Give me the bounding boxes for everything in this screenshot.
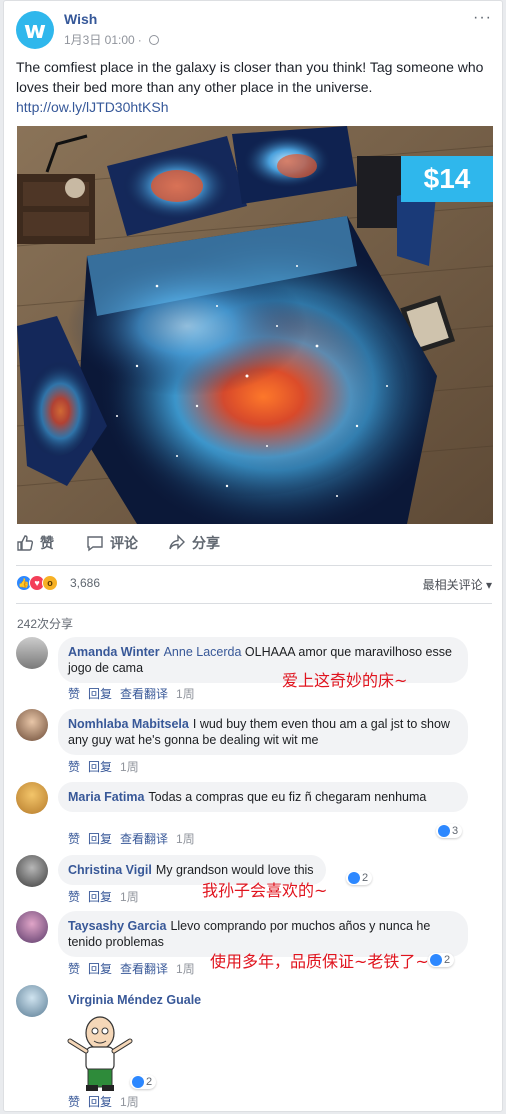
share-icon xyxy=(169,534,185,550)
wow-reaction-icon[interactable]: o xyxy=(42,575,58,591)
comment-sort-dropdown[interactable]: 最相关评论 ▾ xyxy=(423,576,492,593)
comment-actions: 赞回复 查看翻译 1周 xyxy=(68,830,203,847)
comment-author[interactable]: Maria Fatima xyxy=(68,790,144,804)
share-button[interactable]: 分享 xyxy=(168,533,220,553)
comment-like-count[interactable]: 2 xyxy=(346,871,373,885)
comment-author[interactable]: Christina Vigil xyxy=(68,863,152,877)
see-translation-link[interactable]: 查看翻译 xyxy=(120,962,168,976)
like-count: 2 xyxy=(146,1076,153,1088)
post-actions: 赞 评论 分享 xyxy=(16,531,492,559)
comment-time[interactable]: 1周 xyxy=(120,890,139,904)
share-label: 分享 xyxy=(192,535,220,551)
like-count: 2 xyxy=(362,872,369,884)
share-count[interactable]: 242次分享 xyxy=(17,615,73,632)
comment-like-link[interactable]: 赞 xyxy=(68,962,80,976)
more-options-icon[interactable]: ··· xyxy=(473,9,492,27)
comment-text: Todas a compras que eu fiz ñ chegaram ne… xyxy=(148,790,427,804)
post-meta: 1月3日 01:00 · xyxy=(64,31,159,48)
comment-reply-link[interactable]: 回复 xyxy=(88,1095,112,1109)
comment-item: Amanda Winter Anne Lacerda OLHAAA amor qu… xyxy=(16,637,492,703)
post-photo[interactable]: $14 xyxy=(17,126,493,524)
comment-author[interactable]: Virginia Méndez Guale xyxy=(68,993,201,1007)
comment-time[interactable]: 1周 xyxy=(120,1095,139,1109)
post-body: The comfiest place in the galaxy is clos… xyxy=(16,59,484,95)
comment-actions: 赞回复 查看翻译 1周 xyxy=(68,960,203,977)
like-count: 3 xyxy=(452,825,459,837)
post-link[interactable]: http://ow.ly/lJTD30htKSh xyxy=(16,97,492,117)
comment-like-count[interactable]: 2 xyxy=(130,1075,157,1089)
comment-actions: 赞回复 1周 xyxy=(68,1093,147,1110)
thumbs-up-icon xyxy=(17,535,34,551)
page-avatar[interactable]: w xyxy=(16,11,54,49)
post-text: The comfiest place in the galaxy is clos… xyxy=(16,57,492,117)
post-date[interactable]: 1月3日 01:00 xyxy=(64,33,135,47)
comment-like-link[interactable]: 赞 xyxy=(68,687,80,701)
comment-item: Nomhlaba Mabitsela I wud buy them even th… xyxy=(16,709,492,775)
comment-reply-link[interactable]: 回复 xyxy=(88,760,112,774)
like-icon xyxy=(348,872,360,884)
comment-text: My grandson would love this xyxy=(155,863,314,877)
reaction-count[interactable]: 3,686 xyxy=(70,576,100,590)
comment-reply-link[interactable]: 回复 xyxy=(88,687,112,701)
comment-like-link[interactable]: 赞 xyxy=(68,760,80,774)
avatar[interactable] xyxy=(16,782,48,814)
avatar[interactable] xyxy=(16,709,48,741)
comment-time[interactable]: 1周 xyxy=(176,832,195,846)
like-icon xyxy=(438,825,450,837)
comment-time[interactable]: 1周 xyxy=(120,760,139,774)
comment-time[interactable]: 1周 xyxy=(176,687,195,701)
comment-author[interactable]: Amanda Winter xyxy=(68,645,160,659)
comment-reply-link[interactable]: 回复 xyxy=(88,962,112,976)
comment-bubble: Maria Fatima Todas a compras que eu fiz ñ… xyxy=(58,782,468,812)
comment-author[interactable]: Taysashy Garcia xyxy=(68,919,166,933)
reactions-row: 👍 ♥ o 3,686 最相关评论 ▾ xyxy=(16,575,492,595)
comment-reply-link[interactable]: 回复 xyxy=(88,832,112,846)
comment-time[interactable]: 1周 xyxy=(176,962,195,976)
post-card: w Wish 1月3日 01:00 · ··· The comfiest plac… xyxy=(3,0,503,1112)
see-translation-link[interactable]: 查看翻译 xyxy=(120,687,168,701)
chinese-annotation: 爱上这奇妙的床~ xyxy=(282,671,408,690)
comment-button[interactable]: 评论 xyxy=(86,533,138,553)
chinese-annotation: 使用多年，品质保证~老铁了~ xyxy=(210,952,429,971)
comment-like-link[interactable]: 赞 xyxy=(68,832,80,846)
comment-bubble: Nomhlaba Mabitsela I wud buy them even th… xyxy=(58,709,468,755)
comment-item: Maria Fatima Todas a compras que eu fiz ñ… xyxy=(16,782,492,848)
comment-like-link[interactable]: 赞 xyxy=(68,890,80,904)
divider xyxy=(16,603,492,604)
globe-icon xyxy=(148,35,159,45)
like-button[interactable]: 赞 xyxy=(16,533,54,553)
see-translation-link[interactable]: 查看翻译 xyxy=(120,832,168,846)
comment-actions: 赞回复 1周 xyxy=(68,758,147,775)
comment-reply-link[interactable]: 回复 xyxy=(88,890,112,904)
comment-author[interactable]: Nomhlaba Mabitsela xyxy=(68,717,189,731)
divider xyxy=(16,565,492,566)
price-tag: $14 xyxy=(401,156,493,202)
comment-like-count[interactable]: 2 xyxy=(428,953,455,967)
avatar[interactable] xyxy=(16,985,48,1017)
comment-item: Virginia Méndez Guale 2 赞回复 1周 xyxy=(16,985,492,1109)
avatar[interactable] xyxy=(16,911,48,943)
avatar[interactable] xyxy=(16,637,48,669)
chinese-annotation: 我孙子会喜欢的~ xyxy=(202,881,328,900)
like-icon xyxy=(430,954,442,966)
comment-like-link[interactable]: 赞 xyxy=(68,1095,80,1109)
like-label: 赞 xyxy=(40,535,54,551)
like-count: 2 xyxy=(444,954,451,966)
comment-actions: 赞回复 查看翻译 1周 xyxy=(68,685,203,702)
like-icon xyxy=(132,1076,144,1088)
post-header: w Wish 1月3日 01:00 · ··· xyxy=(16,9,492,49)
sticker-image[interactable] xyxy=(60,1011,140,1093)
tagged-user[interactable]: Anne Lacerda xyxy=(164,645,242,659)
comment-like-count[interactable]: 3 xyxy=(436,824,463,838)
comment-icon xyxy=(87,536,103,552)
page-name[interactable]: Wish xyxy=(64,11,97,27)
comment-label: 评论 xyxy=(110,535,138,551)
comment-actions: 赞回复 1周 xyxy=(68,888,147,905)
avatar[interactable] xyxy=(16,855,48,887)
